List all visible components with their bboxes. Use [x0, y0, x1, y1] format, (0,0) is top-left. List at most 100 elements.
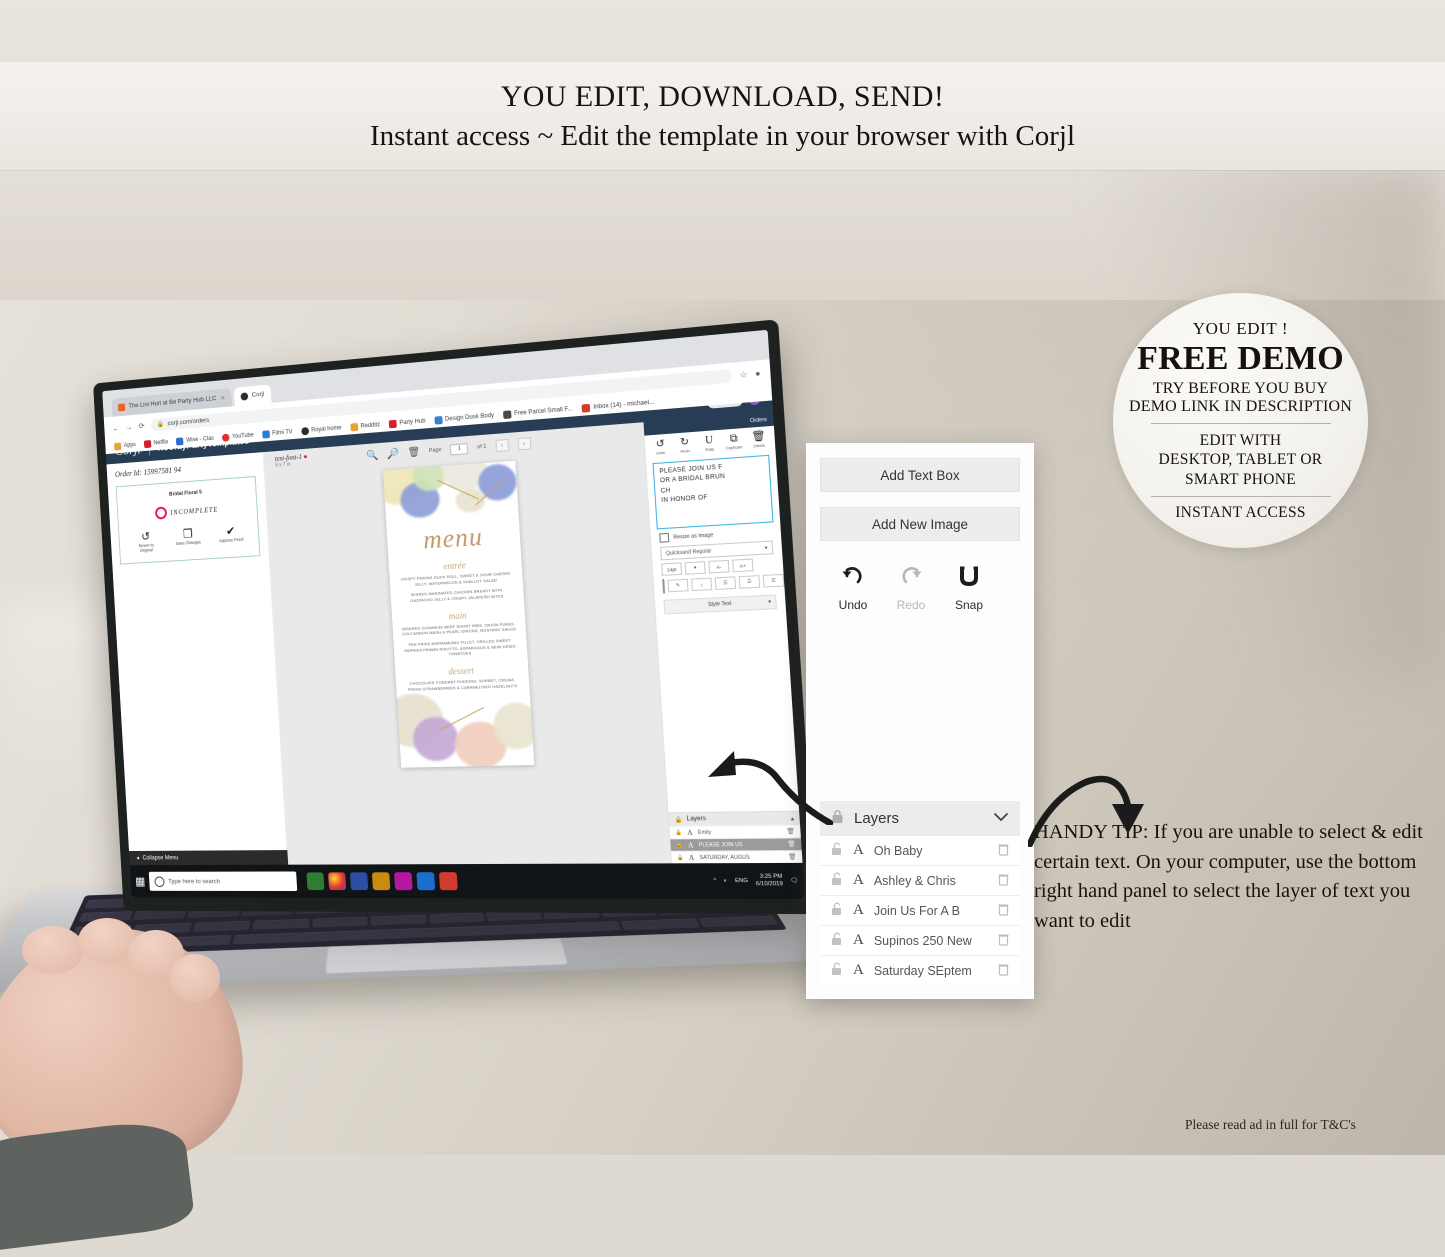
browser-tab[interactable]: Corjl — [233, 384, 272, 407]
resize-as-image-checkbox[interactable]: Resize as Image — [659, 527, 772, 543]
bookmark-item[interactable]: Royal home — [300, 424, 342, 435]
duplicate-button[interactable]: ⧉ Duplicate — [722, 433, 746, 451]
list-item[interactable]: A Supinos 250 New — [820, 925, 1020, 955]
star-icon[interactable]: ☆ — [739, 369, 747, 379]
zoom-in-icon[interactable]: 🔍 — [366, 450, 379, 462]
list-item[interactable]: A Oh Baby — [820, 835, 1020, 865]
bookmark-item[interactable]: Free Parcel Small F... — [502, 405, 573, 419]
delete-layer-icon[interactable] — [998, 933, 1009, 949]
tab-close-icon[interactable]: ✕ — [220, 394, 226, 402]
lock-open-icon[interactable] — [831, 842, 843, 859]
taskbar-app-icon[interactable] — [306, 872, 325, 891]
taskbar-app-icon[interactable] — [439, 872, 459, 891]
line-height-icon[interactable]: ↕ — [690, 577, 713, 592]
menu-card-preview[interactable]: menu entrée Crispy Peking Duck Roll, Swe… — [383, 460, 535, 768]
delete-layer-icon[interactable]: 🗑 — [788, 853, 797, 860]
network-icon[interactable]: ◐ — [724, 878, 728, 884]
bookmark-item[interactable]: Wise - Clas — [176, 434, 214, 446]
taskbar-app-icon[interactable] — [328, 872, 347, 891]
decrease-font-button[interactable]: A- — [708, 559, 730, 574]
delete-layer-icon[interactable] — [998, 903, 1009, 919]
taskbar-app-icon[interactable] — [350, 872, 369, 891]
text-layer-icon: A — [853, 962, 864, 978]
add-new-image-button[interactable]: Add New Image — [820, 507, 1020, 541]
snap-button[interactable]: Snap — [944, 563, 994, 612]
reload-icon[interactable]: ⟳ — [138, 421, 144, 430]
layer-label: Supinos 250 New — [873, 933, 972, 948]
lock-open-icon[interactable]: 🔓 — [677, 854, 684, 860]
add-text-box-button[interactable]: Add Text Box — [820, 458, 1020, 492]
delete-layer-icon[interactable]: 🗑 — [787, 841, 796, 848]
list-item[interactable]: A Ashley & Chris — [820, 865, 1020, 895]
undo-button[interactable]: Undo — [828, 563, 878, 612]
snap-magnet-icon — [944, 563, 994, 594]
layer-row-selected[interactable]: 🔓 A PLEASE JOIN US 🗑 — [670, 837, 802, 851]
align-left-icon[interactable]: ☰ — [714, 576, 737, 590]
next-page-button[interactable]: › — [517, 437, 532, 451]
delete-button[interactable]: 🗑 Delete — [747, 431, 771, 449]
layer-row[interactable]: 🔓 A Emily 🗑 — [669, 824, 801, 839]
bookmark-item[interactable]: Inbox (14) - michael... — [581, 398, 655, 413]
snap-button[interactable]: U Snap — [697, 435, 721, 452]
delete-layer-icon[interactable] — [998, 963, 1009, 979]
trash-icon[interactable]: 🗑 — [407, 446, 420, 458]
undo-button[interactable]: ↺ Undo — [649, 438, 672, 456]
lock-open-icon[interactable] — [831, 962, 843, 979]
delete-layer-icon[interactable] — [998, 873, 1009, 889]
profile-icon[interactable]: ● — [755, 368, 761, 378]
collapse-menu-button[interactable]: ◂ Collapse Menu — [129, 850, 295, 866]
font-size-input[interactable]: 14pt — [661, 562, 683, 576]
prev-page-button[interactable]: ‹ — [495, 438, 509, 453]
align-right-icon[interactable]: ☰ — [762, 573, 785, 588]
lock-open-icon[interactable] — [831, 872, 843, 889]
chevron-down-icon[interactable] — [993, 811, 1009, 825]
approve-button[interactable]: ✔ Approve Proof — [217, 524, 246, 548]
layer-row[interactable]: 🔓 A SATURDAY, AUGUS 🗑 — [671, 850, 803, 864]
text-color-swatch[interactable] — [662, 578, 666, 594]
revert-button[interactable]: ↺ Revert to Original — [132, 530, 160, 554]
align-center-icon[interactable]: ☰ — [738, 575, 761, 589]
lock-open-icon[interactable] — [831, 932, 843, 949]
bookmark-item[interactable]: Filmi TV — [261, 428, 293, 439]
lock-open-icon[interactable]: 🔓 — [676, 842, 683, 848]
bookmark-item[interactable]: Netflix — [143, 438, 169, 448]
back-icon[interactable]: ← — [112, 423, 119, 432]
font-size-stepper[interactable]: ▾ — [684, 561, 706, 575]
bookmark-favicon-icon — [349, 422, 358, 431]
delete-layer-icon[interactable] — [998, 843, 1009, 859]
badge-headline: FREE DEMO — [1137, 339, 1344, 377]
style-text-accordion[interactable]: Style Text ▾ — [663, 594, 778, 615]
taskbar-search-input[interactable]: Type here to search — [149, 871, 298, 892]
text-layer-icon: A — [853, 932, 864, 948]
bookmark-item[interactable]: Redditz — [349, 421, 381, 431]
bookmark-item[interactable]: Apps — [113, 441, 136, 451]
language-indicator[interactable]: ENG — [735, 878, 748, 884]
search-placeholder: Type here to search — [168, 877, 221, 885]
layers-header[interactable]: Layers — [820, 801, 1020, 835]
chevron-down-icon: ▾ — [768, 598, 772, 606]
tray-expand-icon[interactable]: ^ — [713, 878, 716, 884]
redo-button[interactable]: Redo — [886, 563, 936, 612]
forward-icon[interactable]: → — [125, 422, 133, 431]
zoom-out-icon[interactable]: 🔎 — [387, 448, 400, 460]
page-input[interactable]: 1 — [450, 442, 469, 455]
bookmark-item[interactable]: Party Hub — [388, 417, 426, 428]
bookmark-item[interactable]: YouTube — [221, 431, 254, 442]
notifications-icon[interactable]: 🗨 — [790, 878, 798, 884]
text-edit-textarea[interactable]: PLEASE JOIN US F OR A BRIDAL BRUN CH IN … — [652, 454, 774, 530]
lock-open-icon[interactable] — [831, 902, 843, 919]
list-item[interactable]: A Saturday SEptem — [820, 955, 1020, 985]
windows-icon[interactable]: ▦ — [135, 874, 146, 888]
taskbar-clock[interactable]: 3:25 PM 6/10/2019 — [755, 874, 783, 889]
taskbar-app-icon[interactable] — [394, 872, 413, 891]
taskbar-app-icon[interactable] — [372, 872, 391, 891]
redo-button[interactable]: ↻ Redo — [673, 436, 696, 454]
lock-open-icon[interactable]: 🔓 — [675, 829, 682, 835]
eyedropper-icon[interactable]: ✎ — [667, 578, 689, 593]
taskbar-app-icon[interactable] — [416, 872, 436, 891]
increase-font-button[interactable]: A+ — [732, 558, 754, 573]
list-item[interactable]: A Join Us For A B — [820, 895, 1020, 925]
bookmark-item[interactable]: Design Dusk Body — [433, 411, 494, 425]
save-button[interactable]: ❐ Save Changes — [174, 527, 202, 551]
delete-layer-icon[interactable]: 🗑 — [786, 828, 795, 835]
